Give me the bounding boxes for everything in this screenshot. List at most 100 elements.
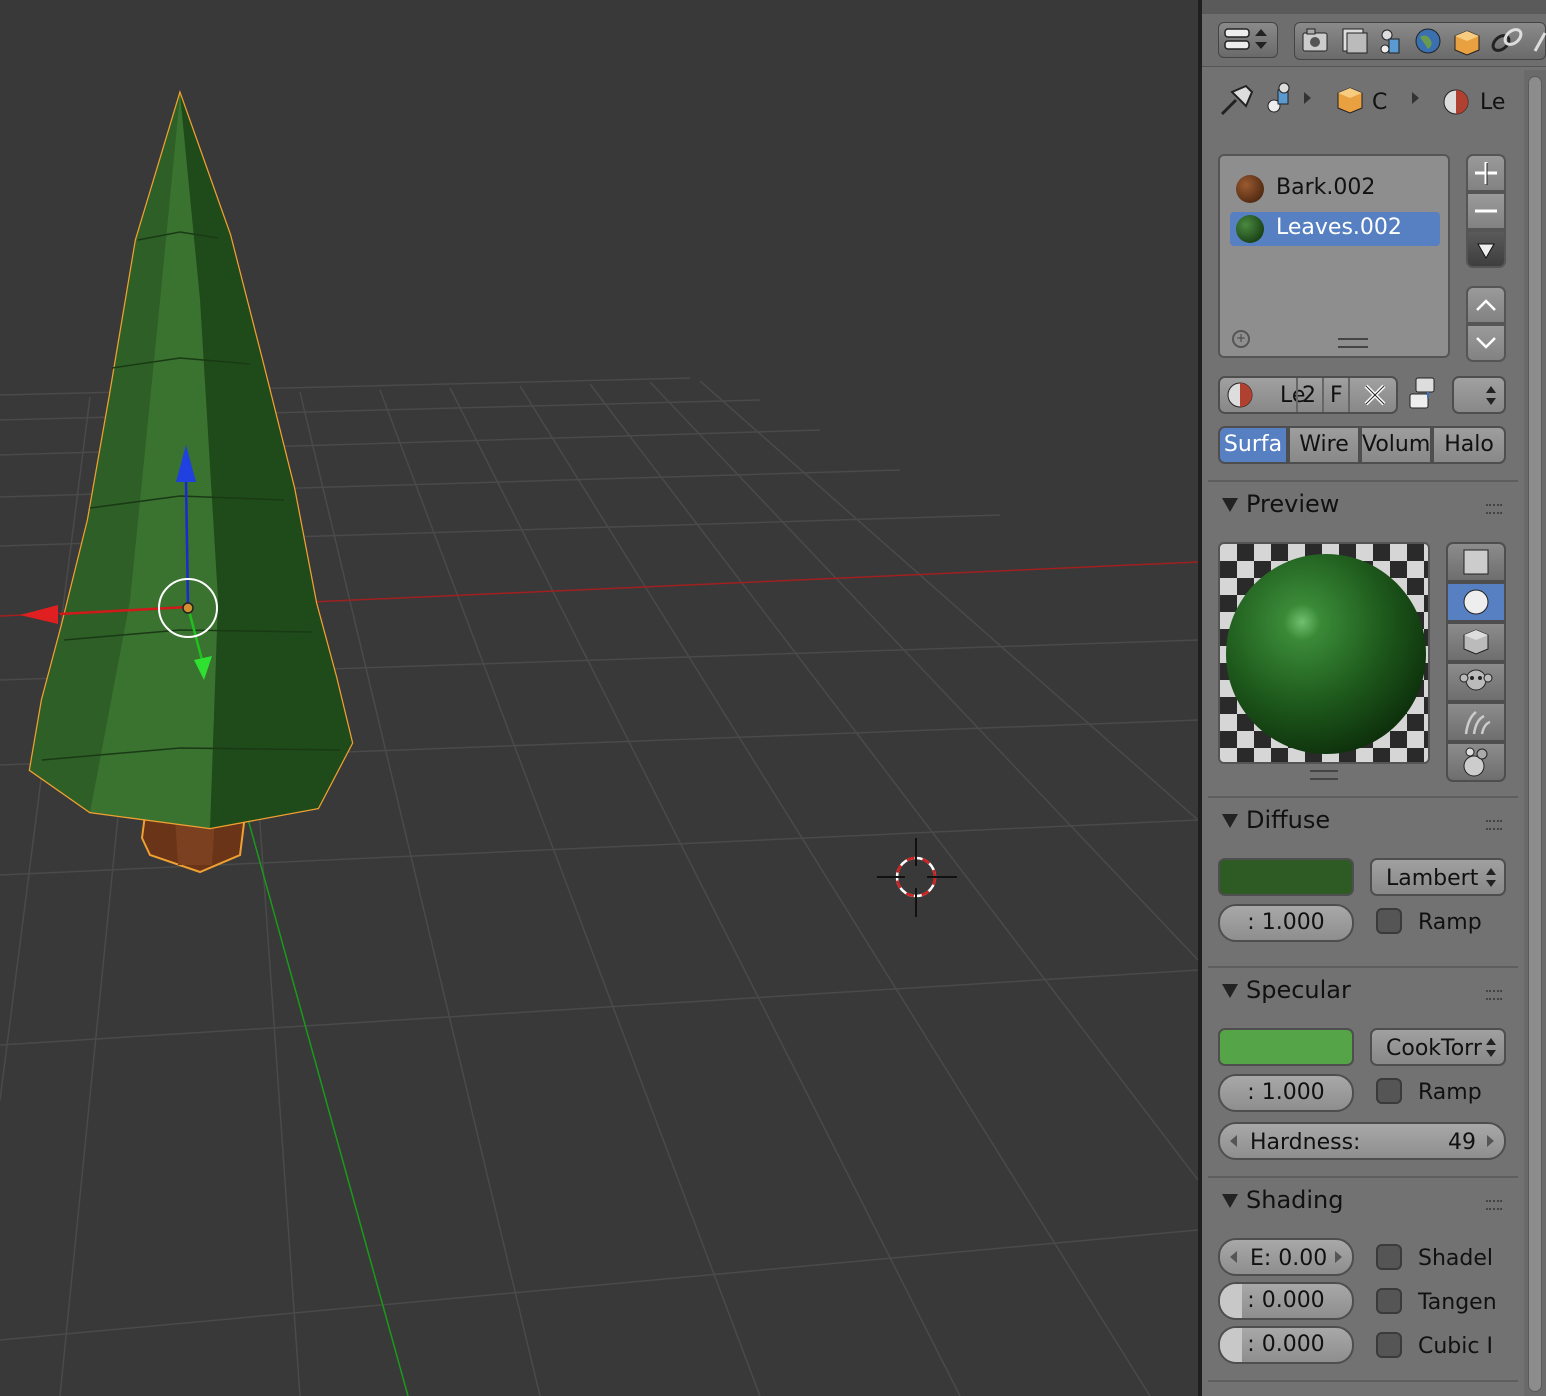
constraints-icon[interactable] — [1490, 27, 1524, 54]
flat-icon — [1463, 549, 1489, 575]
tree-foliage[interactable] — [28, 89, 354, 830]
diffuse-shader-dropdown[interactable]: Lambert — [1370, 858, 1506, 896]
list-resize-grip[interactable] — [1338, 338, 1368, 348]
diffuse-intensity-field[interactable]: : 1.000 — [1218, 904, 1354, 942]
tab-wire[interactable]: Wire — [1288, 426, 1360, 464]
specular-color-swatch[interactable] — [1218, 1028, 1354, 1066]
tab-halo[interactable]: Halo — [1432, 426, 1506, 464]
panel-scrollbar[interactable] — [1524, 70, 1546, 1396]
diffuse-color-swatch[interactable] — [1218, 858, 1354, 896]
shadeless-checkbox[interactable] — [1376, 1244, 1402, 1270]
breadcrumb-material-label: Le — [1480, 90, 1506, 115]
decrement-arrow-icon[interactable] — [1230, 1251, 1237, 1263]
preview-sphere-button[interactable] — [1446, 582, 1506, 622]
increment-arrow-icon[interactable] — [1487, 1135, 1494, 1147]
material-preview-icon — [1236, 175, 1264, 203]
hardness-value: 49 — [1448, 1130, 1476, 1155]
context-tabs — [1294, 22, 1546, 60]
increment-arrow-icon[interactable] — [1335, 1251, 1342, 1263]
fake-user-toggle[interactable]: F — [1330, 383, 1343, 408]
sky-icon — [1463, 747, 1488, 777]
drag-grip-icon[interactable] — [1486, 820, 1502, 830]
diffuse-panel-header[interactable]: Diffuse — [1202, 800, 1524, 844]
drag-grip-icon[interactable] — [1486, 1200, 1502, 1210]
hair-icon — [1464, 711, 1491, 735]
preview-monkey-button[interactable] — [1446, 662, 1506, 702]
properties-editor: C Le Bark.002 Leaves.002 + Le 2 F Surfa … — [1202, 0, 1546, 1396]
breadcrumb-arrow-icon — [1412, 92, 1419, 104]
tangent-shading-checkbox[interactable] — [1376, 1288, 1402, 1314]
add-filter-icon[interactable]: + — [1232, 330, 1250, 348]
preview-sphere — [1226, 554, 1426, 754]
object-cube-icon — [1337, 87, 1363, 114]
unlink-x-icon[interactable] — [1352, 378, 1398, 412]
slot-specials-button[interactable] — [1466, 230, 1506, 268]
scrollbar-thumb[interactable] — [1528, 76, 1542, 1392]
link-mode-dropdown[interactable] — [1452, 376, 1506, 414]
specular-ramp-label: Ramp — [1418, 1080, 1482, 1105]
specular-panel-header[interactable]: Specular — [1202, 970, 1524, 1014]
shadeless-label: Shadel — [1418, 1246, 1494, 1271]
minus-icon — [1475, 209, 1497, 213]
hardness-slider[interactable]: Hardness: 49 — [1218, 1122, 1506, 1160]
modifiers-wrench-icon[interactable] — [1533, 32, 1546, 52]
updown-arrows-icon — [1486, 1038, 1496, 1058]
breadcrumb-arrow-icon — [1304, 92, 1311, 104]
tangent-shading-label: Tangen — [1418, 1290, 1497, 1315]
world-icon[interactable] — [1415, 28, 1441, 54]
decrement-arrow-icon[interactable] — [1230, 1135, 1237, 1147]
material-datablock-selector[interactable]: Le 2 F — [1218, 376, 1398, 414]
collapse-triangle-icon — [1222, 1194, 1238, 1208]
translucency-field[interactable]: : 0.000 — [1218, 1326, 1354, 1364]
move-slot-down-button[interactable] — [1466, 324, 1506, 362]
render-camera-icon[interactable] — [1302, 28, 1328, 52]
render-layers-icon[interactable] — [1342, 28, 1368, 54]
list-item[interactable]: Bark.002 — [1230, 172, 1440, 206]
editor-type-icon — [1224, 28, 1267, 50]
plus-icon — [1475, 162, 1497, 185]
material-sphere-icon — [1443, 89, 1469, 115]
list-item[interactable]: Leaves.002 — [1230, 212, 1440, 246]
3d-viewport[interactable] — [0, 0, 1198, 1396]
editor-type-button[interactable] — [1218, 22, 1278, 58]
ambient-field[interactable]: : 0.000 — [1218, 1282, 1354, 1320]
cubic-interpolation-checkbox[interactable] — [1376, 1332, 1402, 1358]
breadcrumb: C Le — [1202, 78, 1522, 126]
scene-icon[interactable] — [1380, 29, 1400, 54]
tab-surface[interactable]: Surfa — [1218, 426, 1288, 464]
monkey-icon — [1459, 669, 1493, 691]
breadcrumb-object-label: C — [1372, 90, 1388, 115]
collapse-triangle-icon — [1222, 814, 1238, 828]
preview-hair-button[interactable] — [1446, 702, 1506, 742]
viewport-canvas[interactable] — [0, 0, 1198, 1396]
datablock-users[interactable]: 2 — [1302, 383, 1316, 408]
diffuse-ramp-checkbox[interactable] — [1376, 908, 1402, 934]
object-icon[interactable] — [1454, 30, 1480, 56]
preview-cube-button[interactable] — [1446, 622, 1506, 662]
link-data-icon[interactable] — [1406, 374, 1442, 414]
section-divider — [1208, 1380, 1518, 1382]
specular-intensity-field[interactable]: : 1.000 — [1218, 1074, 1354, 1112]
specular-ramp-checkbox[interactable] — [1376, 1078, 1402, 1104]
tab-volume[interactable]: Volum — [1360, 426, 1432, 464]
material-slot-list[interactable]: Bark.002 Leaves.002 + — [1218, 154, 1450, 358]
material-preview-icon — [1236, 215, 1264, 243]
drag-grip-icon[interactable] — [1486, 504, 1502, 514]
shading-panel-header[interactable]: Shading — [1202, 1180, 1524, 1224]
emit-field[interactable]: E: 0.00 — [1218, 1238, 1354, 1276]
preview-sky-button[interactable] — [1446, 742, 1506, 782]
updown-arrows-icon — [1486, 386, 1496, 406]
section-divider — [1208, 480, 1518, 482]
preview-panel-header[interactable]: Preview — [1202, 484, 1524, 528]
material-browse-icon[interactable] — [1222, 378, 1258, 412]
section-divider — [1208, 966, 1518, 968]
specular-shader-dropdown[interactable]: CookTorr — [1370, 1028, 1506, 1066]
preview-flat-button[interactable] — [1446, 542, 1506, 582]
preview-resize-grip[interactable] — [1310, 770, 1338, 780]
remove-slot-button[interactable] — [1466, 192, 1506, 230]
drag-grip-icon[interactable] — [1486, 990, 1502, 1000]
move-slot-up-button[interactable] — [1466, 286, 1506, 324]
add-slot-button[interactable] — [1466, 154, 1506, 192]
scene-icon — [1267, 82, 1290, 113]
sphere-icon — [1463, 589, 1489, 615]
